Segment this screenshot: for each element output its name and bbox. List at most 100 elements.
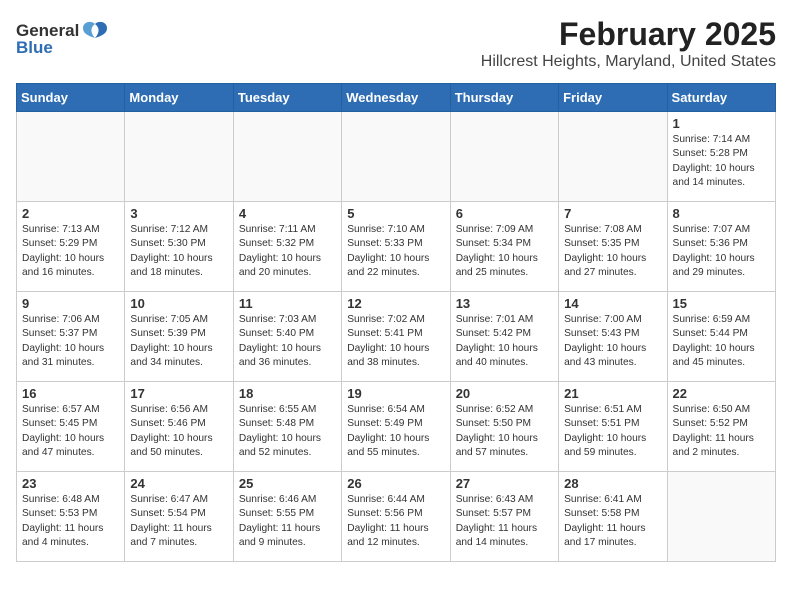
calendar-cell — [17, 112, 125, 202]
calendar-cell: 10 Sunrise: 7:05 AM Sunset: 5:39 PM Dayli… — [125, 292, 233, 382]
day-detail: Sunrise: 6:50 AM Sunset: 5:52 PM Dayligh… — [673, 403, 770, 460]
day-number: 25 — [239, 476, 336, 491]
month-year-title: February 2025 — [16, 16, 776, 53]
calendar-cell: 1 Sunrise: 7:14 AM Sunset: 5:28 PM Daylig… — [667, 112, 775, 202]
day-number: 4 — [239, 206, 336, 221]
day-number: 2 — [22, 206, 119, 221]
day-detail: Sunrise: 7:07 AM Sunset: 5:36 PM Dayligh… — [673, 223, 770, 280]
calendar-cell: 2 Sunrise: 7:13 AM Sunset: 5:29 PM Daylig… — [17, 202, 125, 292]
calendar-cell — [233, 112, 341, 202]
day-detail: Sunrise: 6:57 AM Sunset: 5:45 PM Dayligh… — [22, 403, 119, 460]
day-number: 23 — [22, 476, 119, 491]
calendar-cell: 28Sunrise: 6:41 AM Sunset: 5:58 PM Dayli… — [559, 472, 667, 562]
calendar-cell: 7 Sunrise: 7:08 AM Sunset: 5:35 PM Daylig… — [559, 202, 667, 292]
location-subtitle: Hillcrest Heights, Maryland, United Stat… — [16, 53, 776, 71]
logo-blue-text: Blue — [16, 38, 53, 58]
day-detail: Sunrise: 7:12 AM Sunset: 5:30 PM Dayligh… — [130, 223, 227, 280]
weekday-header-saturday: Saturday — [667, 84, 775, 112]
day-number: 11 — [239, 296, 336, 311]
day-detail: Sunrise: 7:00 AM Sunset: 5:43 PM Dayligh… — [564, 313, 661, 370]
calendar-cell: 13 Sunrise: 7:01 AM Sunset: 5:42 PM Dayli… — [450, 292, 558, 382]
day-number: 10 — [130, 296, 227, 311]
calendar-cell: 27 Sunrise: 6:43 AM Sunset: 5:57 PM Dayli… — [450, 472, 558, 562]
calendar-week-row: 9 Sunrise: 7:06 AM Sunset: 5:37 PM Daylig… — [17, 292, 776, 382]
day-detail: Sunrise: 7:10 AM Sunset: 5:33 PM Dayligh… — [347, 223, 444, 280]
page-header: General Blue February 2025 Hillcrest Hei… — [16, 16, 776, 75]
calendar-cell: 15Sunrise: 6:59 AM Sunset: 5:44 PM Dayli… — [667, 292, 775, 382]
day-number: 6 — [456, 206, 553, 221]
logo-bird-icon — [81, 20, 109, 42]
day-number: 13 — [456, 296, 553, 311]
day-detail: Sunrise: 6:54 AM Sunset: 5:49 PM Dayligh… — [347, 403, 444, 460]
weekday-header-friday: Friday — [559, 84, 667, 112]
day-detail: Sunrise: 7:09 AM Sunset: 5:34 PM Dayligh… — [456, 223, 553, 280]
calendar-cell: 25 Sunrise: 6:46 AM Sunset: 5:55 PM Dayli… — [233, 472, 341, 562]
calendar-cell — [667, 472, 775, 562]
day-detail: Sunrise: 7:14 AM Sunset: 5:28 PM Dayligh… — [673, 133, 770, 190]
calendar-cell — [450, 112, 558, 202]
day-detail: Sunrise: 6:46 AM Sunset: 5:55 PM Dayligh… — [239, 493, 336, 550]
day-detail: Sunrise: 6:56 AM Sunset: 5:46 PM Dayligh… — [130, 403, 227, 460]
day-detail: Sunrise: 7:02 AM Sunset: 5:41 PM Dayligh… — [347, 313, 444, 370]
calendar-cell: 12Sunrise: 7:02 AM Sunset: 5:41 PM Dayli… — [342, 292, 450, 382]
calendar-cell: 23Sunrise: 6:48 AM Sunset: 5:53 PM Dayli… — [17, 472, 125, 562]
calendar-cell: 6 Sunrise: 7:09 AM Sunset: 5:34 PM Daylig… — [450, 202, 558, 292]
day-number: 7 — [564, 206, 661, 221]
calendar-week-row: 1 Sunrise: 7:14 AM Sunset: 5:28 PM Daylig… — [17, 112, 776, 202]
day-detail: Sunrise: 7:08 AM Sunset: 5:35 PM Dayligh… — [564, 223, 661, 280]
day-number: 16 — [22, 386, 119, 401]
day-detail: Sunrise: 7:01 AM Sunset: 5:42 PM Dayligh… — [456, 313, 553, 370]
calendar-cell — [125, 112, 233, 202]
day-number: 27 — [456, 476, 553, 491]
calendar-week-row: 23Sunrise: 6:48 AM Sunset: 5:53 PM Dayli… — [17, 472, 776, 562]
day-detail: Sunrise: 7:05 AM Sunset: 5:39 PM Dayligh… — [130, 313, 227, 370]
calendar-cell: 16 Sunrise: 6:57 AM Sunset: 5:45 PM Dayli… — [17, 382, 125, 472]
calendar-cell: 8 Sunrise: 7:07 AM Sunset: 5:36 PM Daylig… — [667, 202, 775, 292]
day-number: 18 — [239, 386, 336, 401]
day-detail: Sunrise: 6:44 AM Sunset: 5:56 PM Dayligh… — [347, 493, 444, 550]
day-number: 3 — [130, 206, 227, 221]
calendar-cell: 9 Sunrise: 7:06 AM Sunset: 5:37 PM Daylig… — [17, 292, 125, 382]
calendar-week-row: 16 Sunrise: 6:57 AM Sunset: 5:45 PM Dayli… — [17, 382, 776, 472]
day-number: 20 — [456, 386, 553, 401]
day-number: 17 — [130, 386, 227, 401]
day-number: 26 — [347, 476, 444, 491]
weekday-header-wednesday: Wednesday — [342, 84, 450, 112]
calendar-cell: 4 Sunrise: 7:11 AM Sunset: 5:32 PM Daylig… — [233, 202, 341, 292]
calendar-cell — [559, 112, 667, 202]
calendar-cell — [342, 112, 450, 202]
day-number: 21 — [564, 386, 661, 401]
day-detail: Sunrise: 6:43 AM Sunset: 5:57 PM Dayligh… — [456, 493, 553, 550]
day-number: 22 — [673, 386, 770, 401]
weekday-header-tuesday: Tuesday — [233, 84, 341, 112]
day-detail: Sunrise: 6:51 AM Sunset: 5:51 PM Dayligh… — [564, 403, 661, 460]
day-detail: Sunrise: 6:59 AM Sunset: 5:44 PM Dayligh… — [673, 313, 770, 370]
day-detail: Sunrise: 7:13 AM Sunset: 5:29 PM Dayligh… — [22, 223, 119, 280]
calendar-cell: 26 Sunrise: 6:44 AM Sunset: 5:56 PM Dayli… — [342, 472, 450, 562]
calendar-cell: 3 Sunrise: 7:12 AM Sunset: 5:30 PM Daylig… — [125, 202, 233, 292]
day-detail: Sunrise: 6:47 AM Sunset: 5:54 PM Dayligh… — [130, 493, 227, 550]
calendar-cell: 22 Sunrise: 6:50 AM Sunset: 5:52 PM Dayli… — [667, 382, 775, 472]
calendar-cell: 21 Sunrise: 6:51 AM Sunset: 5:51 PM Dayli… — [559, 382, 667, 472]
weekday-header-row: SundayMondayTuesdayWednesdayThursdayFrid… — [17, 84, 776, 112]
calendar-header: February 2025 Hillcrest Heights, Marylan… — [16, 16, 776, 71]
day-detail: Sunrise: 7:11 AM Sunset: 5:32 PM Dayligh… — [239, 223, 336, 280]
day-number: 14 — [564, 296, 661, 311]
logo: General Blue — [16, 20, 109, 58]
weekday-header-thursday: Thursday — [450, 84, 558, 112]
calendar-cell: 11 Sunrise: 7:03 AM Sunset: 5:40 PM Dayli… — [233, 292, 341, 382]
calendar-cell: 17 Sunrise: 6:56 AM Sunset: 5:46 PM Dayli… — [125, 382, 233, 472]
calendar-cell: 18Sunrise: 6:55 AM Sunset: 5:48 PM Dayli… — [233, 382, 341, 472]
weekday-header-sunday: Sunday — [17, 84, 125, 112]
day-number: 19 — [347, 386, 444, 401]
day-detail: Sunrise: 7:03 AM Sunset: 5:40 PM Dayligh… — [239, 313, 336, 370]
day-number: 8 — [673, 206, 770, 221]
calendar-cell: 24Sunrise: 6:47 AM Sunset: 5:54 PM Dayli… — [125, 472, 233, 562]
calendar-cell: 5Sunrise: 7:10 AM Sunset: 5:33 PM Daylig… — [342, 202, 450, 292]
day-number: 9 — [22, 296, 119, 311]
calendar-cell: 20 Sunrise: 6:52 AM Sunset: 5:50 PM Dayli… — [450, 382, 558, 472]
day-number: 1 — [673, 116, 770, 131]
day-number: 28 — [564, 476, 661, 491]
day-detail: Sunrise: 6:52 AM Sunset: 5:50 PM Dayligh… — [456, 403, 553, 460]
day-detail: Sunrise: 7:06 AM Sunset: 5:37 PM Dayligh… — [22, 313, 119, 370]
